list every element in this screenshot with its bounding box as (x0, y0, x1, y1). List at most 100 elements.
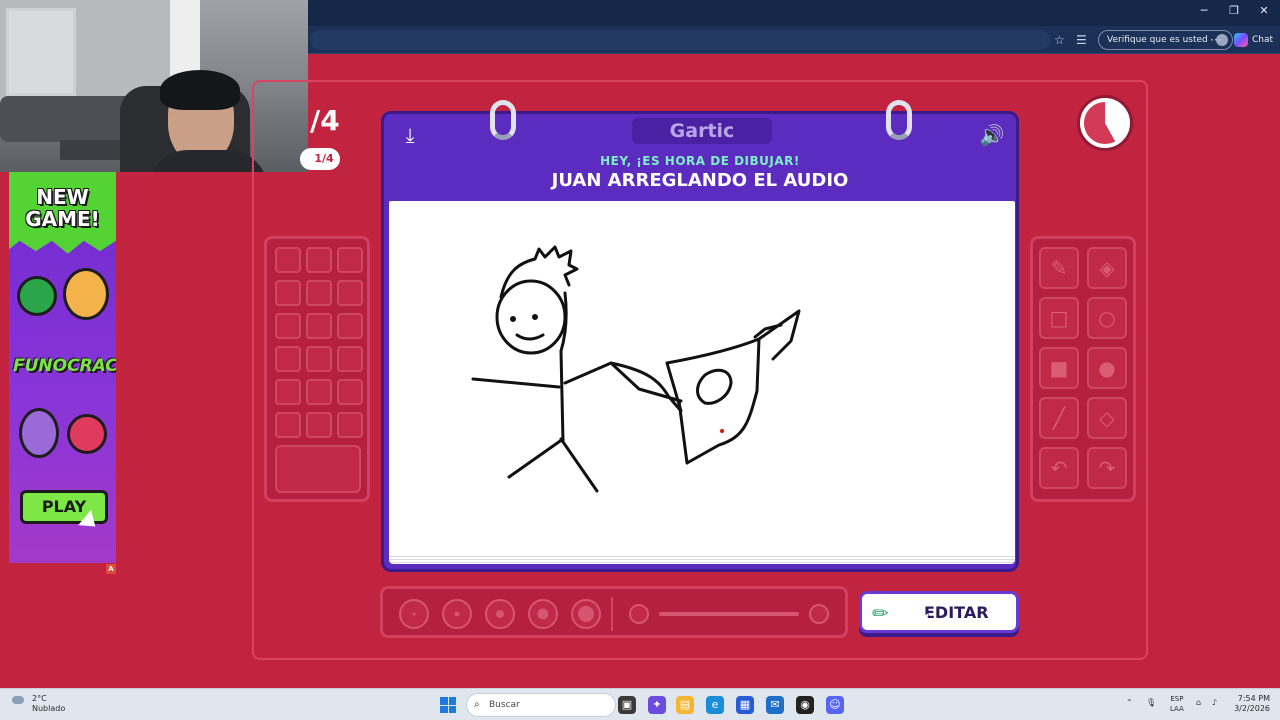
notebook-ring (490, 100, 516, 140)
color-palette (264, 236, 370, 502)
undo-icon[interactable]: ↶ (1039, 447, 1079, 489)
ad-brand-logo: FUNOCRACY (13, 356, 116, 376)
drawing-theme: JUAN ARREGLANDO EL AUDIO (551, 170, 849, 191)
eraser-icon[interactable]: ◈ (1087, 247, 1127, 289)
minimize-button[interactable]: ─ (1192, 4, 1216, 17)
square-fill-icon[interactable]: ■ (1039, 347, 1079, 389)
ad-blond-character (63, 268, 109, 320)
color-swatch[interactable] (337, 280, 363, 306)
copilot-app-icon[interactable]: ✦ (648, 696, 666, 714)
obs-icon[interactable]: ◉ (796, 696, 814, 714)
store-icon[interactable]: ▦ (736, 696, 754, 714)
lang-layout: LAA (1170, 705, 1184, 713)
color-swatch[interactable] (306, 280, 332, 306)
taskbar-search[interactable]: ⌕ Buscar (466, 693, 616, 717)
draw-prompt: HEY, ¡ES HORA DE DIBUJAR! (600, 154, 800, 168)
task-view-icon[interactable]: ▣ (618, 696, 636, 714)
color-swatch[interactable] (337, 313, 363, 339)
edit-button[interactable]: ✏ EDITAR (859, 591, 1019, 633)
ad-thumbs-character (17, 276, 57, 316)
pencil-icon: ✏ (872, 601, 889, 625)
color-swatch[interactable] (337, 412, 363, 438)
address-bar[interactable] (310, 30, 1050, 50)
edge-browser-icon[interactable]: e (706, 696, 724, 714)
brush-size-1[interactable] (399, 599, 429, 629)
canvas-drawing (471, 245, 801, 493)
divider (611, 597, 613, 631)
color-swatch[interactable] (275, 247, 301, 273)
mail-icon[interactable]: ✉ (766, 696, 784, 714)
color-swatch[interactable] (306, 412, 332, 438)
color-swatch[interactable] (275, 313, 301, 339)
search-icon: ⌕ (474, 699, 480, 710)
color-swatch[interactable] (337, 379, 363, 405)
windows-start-icon[interactable] (440, 697, 456, 713)
color-swatch[interactable] (275, 379, 301, 405)
redo-icon[interactable]: ↷ (1087, 447, 1127, 489)
tray-chevron-icon[interactable]: ⌃ (1126, 698, 1133, 707)
search-placeholder: Buscar (489, 700, 520, 710)
round-counter: /4 (310, 104, 340, 137)
drawing-canvas[interactable] (389, 201, 1015, 561)
color-swatch[interactable] (306, 379, 332, 405)
opacity-slider-knob[interactable] (809, 604, 829, 624)
brush-size-2[interactable] (442, 599, 472, 629)
fill-bucket-icon[interactable]: ◇ (1087, 397, 1127, 439)
clock-time: 7:54 PM (1237, 694, 1270, 703)
system-clock[interactable]: 7:54 PM 3/2/2026 (1230, 694, 1270, 714)
pencil-icon[interactable]: ✎ (1039, 247, 1079, 289)
favorites-list-icon[interactable]: ☰ (1076, 31, 1087, 49)
microphone-icon[interactable]: 🎙 (1146, 698, 1156, 707)
brush-size-4[interactable] (528, 599, 558, 629)
color-swatch[interactable] (275, 280, 301, 306)
ad-bearded-character (19, 408, 59, 458)
more-menu-icon[interactable]: ··· (1210, 31, 1221, 49)
favorite-star-icon[interactable]: ☆ (1054, 31, 1065, 49)
color-swatch[interactable] (275, 412, 301, 438)
paper-edge (389, 554, 1015, 564)
square-outline-icon[interactable]: □ (1039, 297, 1079, 339)
ad-banner[interactable]: NEW GAME! FUNOCRACY PLAY (9, 172, 116, 563)
notebook-ring (886, 100, 912, 140)
clock-date: 3/2/2026 (1234, 704, 1270, 713)
circle-outline-icon[interactable]: ○ (1087, 297, 1127, 339)
close-button[interactable]: ✕ (1252, 4, 1276, 17)
selected-color-preview (275, 445, 361, 493)
line-icon[interactable]: ╱ (1039, 397, 1079, 439)
brush-size-3[interactable] (485, 599, 515, 629)
opacity-slider[interactable] (659, 612, 799, 616)
opacity-min-knob[interactable] (629, 604, 649, 624)
speaker-icon[interactable]: 🔊 (978, 124, 1006, 146)
color-swatch[interactable] (337, 346, 363, 372)
copilot-icon (1234, 32, 1248, 47)
color-swatch[interactable] (306, 313, 332, 339)
brush-size-5[interactable] (571, 599, 601, 629)
weather-condition: Nublado (32, 704, 66, 713)
lang-code: ESP (1170, 695, 1184, 703)
language-indicator[interactable]: ESP LAA (1170, 694, 1184, 714)
chat-label: Chat (1252, 35, 1274, 45)
color-swatch[interactable] (306, 346, 332, 372)
color-swatch[interactable] (275, 346, 301, 372)
color-swatch[interactable] (306, 247, 332, 273)
gartic-logo: Gartic (632, 118, 772, 144)
brush-size-panel (380, 586, 848, 638)
volume-icon[interactable]: ♪ (1212, 698, 1217, 707)
discord-icon[interactable]: ☺ (826, 696, 844, 714)
copilot-chat-button[interactable]: Chat (1234, 32, 1273, 48)
edit-button-label: EDITAR (924, 603, 989, 622)
round-pill: 1/4 (300, 148, 340, 170)
download-icon[interactable]: ⤓ (396, 124, 424, 146)
drawing-notebook: Gartic ⤓ 🔊 HEY, ¡ES HORA DE DIBUJAR! JUA… (381, 100, 1019, 572)
ad-new-game-text: NEW GAME! (25, 185, 100, 231)
circle-fill-icon[interactable]: ● (1087, 347, 1127, 389)
verify-label: Verifique que es usted (1107, 35, 1208, 45)
network-icon[interactable]: ⌂ (1196, 698, 1201, 707)
ad-choices-badge[interactable]: A (106, 564, 116, 574)
weather-widget[interactable]: 2°C Nublado (12, 694, 66, 714)
maximize-button[interactable]: ❐ (1222, 4, 1246, 17)
file-explorer-icon[interactable]: ▤ (676, 696, 694, 714)
color-swatch[interactable] (337, 247, 363, 273)
cloud-icon (12, 696, 24, 704)
ad-angry-character (67, 414, 107, 454)
